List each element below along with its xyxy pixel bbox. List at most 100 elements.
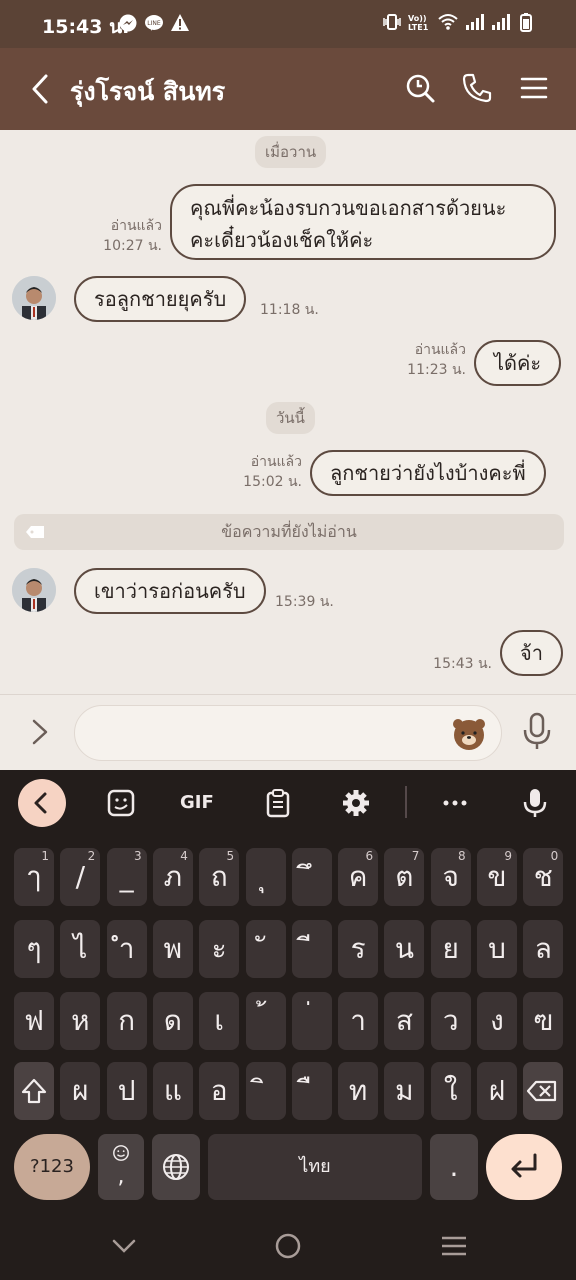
key[interactable]: ฝ — [477, 1062, 517, 1120]
avatar[interactable] — [12, 276, 56, 320]
key[interactable]: ั — [245, 920, 286, 978]
sticker-icon[interactable] — [106, 788, 136, 818]
key[interactable]: ใ — [430, 1062, 471, 1120]
key[interactable]: น — [384, 920, 425, 978]
key[interactable]: ล — [523, 920, 564, 978]
key-label: / — [75, 860, 86, 893]
key[interactable]: ด — [152, 992, 193, 1050]
key[interactable]: ้ — [245, 992, 286, 1050]
key[interactable]: ึ — [291, 848, 332, 906]
expand-icon[interactable] — [28, 715, 52, 749]
voice-input-icon[interactable] — [520, 788, 550, 818]
key[interactable]: ป — [106, 1062, 147, 1120]
key[interactable]: ข9 — [477, 848, 517, 906]
settings-icon[interactable] — [341, 788, 371, 818]
key[interactable]: ม — [384, 1062, 425, 1120]
brown-bear-emoji-icon[interactable] — [451, 716, 487, 752]
key-label: ไ — [73, 932, 88, 965]
status-time: 15:43 น. — [42, 16, 130, 38]
key[interactable]: แ — [152, 1062, 193, 1120]
key[interactable]: ท — [338, 1062, 379, 1120]
key-label: ำ — [118, 932, 135, 965]
key[interactable]: ห — [60, 992, 101, 1050]
message-input[interactable] — [95, 706, 455, 760]
message-field[interactable] — [74, 705, 502, 761]
key-label: ช — [533, 860, 553, 893]
unread-divider-label: ข้อความที่ยังไม่อ่าน — [221, 522, 357, 541]
chat-area[interactable]: เมื่อวาน อ่านแล้ว 10:27 น. คุณพี่คะน้องร… — [0, 130, 576, 694]
key[interactable]: ๆ — [14, 920, 54, 978]
key[interactable]: บ — [477, 920, 517, 978]
keyboard-toolbar: GIF — [0, 770, 576, 836]
key[interactable]: ะ — [199, 920, 240, 978]
key[interactable]: ถ5 — [199, 848, 240, 906]
message-text-line: คุณพี่คะน้องรบกวนขอเอกสารด้วยนะ — [190, 196, 507, 220]
key[interactable]: ๅ1 — [14, 848, 54, 906]
back-icon[interactable] — [26, 72, 56, 106]
more-icon[interactable] — [440, 788, 470, 818]
read-status: อ่านแล้ว — [110, 218, 162, 234]
collapse-icon[interactable] — [18, 779, 66, 827]
key[interactable]: เ — [199, 992, 240, 1050]
key[interactable]: ต7 — [384, 848, 425, 906]
message-bubble-outgoing[interactable]: จ้า — [500, 630, 563, 676]
key[interactable]: ฟ — [14, 992, 54, 1050]
clipboard-icon[interactable] — [263, 788, 293, 818]
key[interactable]: ำ — [106, 920, 147, 978]
key[interactable]: ื — [291, 1062, 332, 1120]
key[interactable]: _ 3 — [106, 848, 147, 906]
key[interactable]: า — [338, 992, 379, 1050]
backspace-key[interactable] — [523, 1062, 564, 1120]
key-label: _ — [119, 860, 134, 893]
key[interactable]: /2 — [60, 848, 101, 906]
gif-icon[interactable]: GIF — [180, 788, 220, 818]
key[interactable]: ว — [430, 992, 471, 1050]
menu-icon[interactable] — [518, 72, 550, 104]
message-bubble-outgoing[interactable]: ได้ค่ะ — [474, 340, 562, 386]
microphone-icon[interactable] — [522, 711, 552, 751]
home-icon[interactable] — [274, 1232, 302, 1260]
key[interactable]: พ — [152, 920, 193, 978]
key[interactable]: อ — [199, 1062, 240, 1120]
key[interactable]: ิ — [245, 1062, 286, 1120]
message-bubble-incoming[interactable]: เขาว่ารอก่อนครับ — [74, 568, 266, 614]
key[interactable]: ฃ — [523, 992, 564, 1050]
key[interactable]: ง — [477, 992, 517, 1050]
key[interactable]: ไ — [60, 920, 101, 978]
key[interactable]: ย — [430, 920, 471, 978]
search-icon[interactable] — [404, 72, 436, 104]
key[interactable]: ภ4 — [152, 848, 193, 906]
enter-icon — [511, 1153, 537, 1178]
key[interactable]: ส — [384, 992, 425, 1050]
key[interactable]: ี — [291, 920, 332, 978]
key[interactable]: ่ — [291, 992, 332, 1050]
status-bar: 15:43 น. LINE Vo)) LTE1 — [0, 0, 576, 48]
key-label: ใ — [443, 1074, 458, 1107]
emoji-comma-key[interactable]: , — [98, 1134, 144, 1200]
recents-icon[interactable] — [440, 1232, 468, 1260]
symbols-key[interactable]: ?123 — [14, 1134, 90, 1200]
key[interactable]: ค6 — [338, 848, 379, 906]
globe-key[interactable] — [152, 1134, 200, 1200]
message-bubble-outgoing[interactable]: คุณพี่คะน้องรบกวนขอเอกสารด้วยนะ คะเดี๋ยว… — [170, 184, 556, 260]
date-chip-yesterday: เมื่อวาน — [255, 136, 327, 168]
contact-name[interactable]: รุ่งโรจน์ สินทร — [70, 72, 225, 112]
enter-key[interactable] — [486, 1134, 562, 1200]
key[interactable]: ุ — [245, 848, 286, 906]
avatar[interactable] — [12, 568, 56, 612]
phone-icon[interactable] — [461, 72, 493, 104]
key[interactable]: ผ — [60, 1062, 101, 1120]
back-chevron-icon[interactable] — [110, 1232, 138, 1260]
shift-key[interactable] — [14, 1062, 54, 1120]
key[interactable]: ช0 — [523, 848, 564, 906]
key[interactable]: ร — [338, 920, 379, 978]
key[interactable]: จ8 — [430, 848, 471, 906]
space-key[interactable]: ไทย — [208, 1134, 422, 1200]
svg-text:Vo)): Vo)) — [408, 14, 427, 23]
tag-icon — [26, 526, 44, 538]
key-hint: 1 — [41, 849, 49, 863]
key[interactable]: ก — [106, 992, 147, 1050]
message-bubble-incoming[interactable]: รอลูกชายยุครับ — [74, 276, 247, 322]
period-key[interactable]: . — [430, 1134, 478, 1200]
message-bubble-outgoing[interactable]: ลูกชายว่ายังไงบ้างคะพี่ — [310, 450, 546, 496]
